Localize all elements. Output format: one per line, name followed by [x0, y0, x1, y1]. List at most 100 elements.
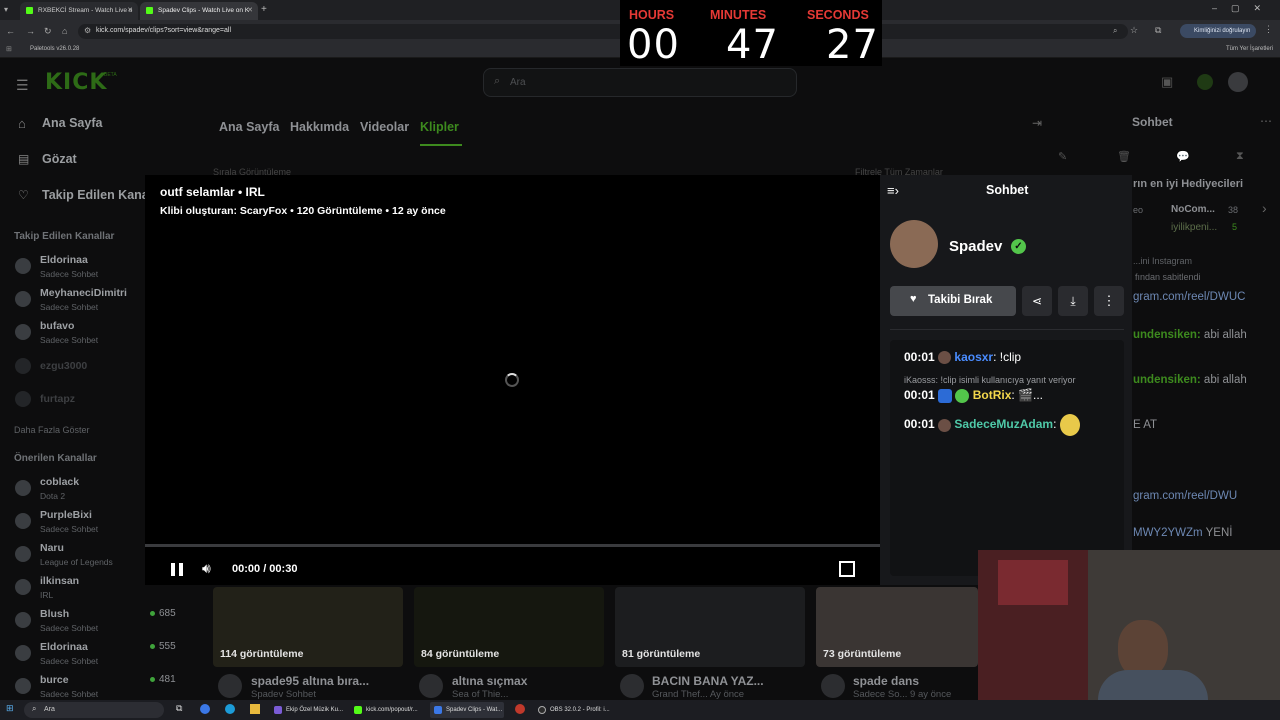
- taskbar-item[interactable]: OBS 32.0.2 - Profil: i...: [534, 702, 612, 718]
- pause-icon[interactable]: [169, 561, 185, 577]
- reply-context: iKaosss: !clip isimli kullanıcıya yanıt …: [904, 375, 1076, 385]
- recommended-channel-name[interactable]: burce: [40, 674, 69, 686]
- bookmark-paletools[interactable]: Paletools v26.0.28: [30, 46, 79, 52]
- clip-title[interactable]: altına sıçmax: [452, 674, 527, 688]
- taskbar-search[interactable]: ⌕ Ara: [24, 702, 164, 718]
- url-field[interactable]: ⚙ kick.com/spadev/clips?sort=view&range=…: [78, 24, 1128, 39]
- hourglass-icon[interactable]: ⧗: [1236, 150, 1244, 163]
- chat-menu-icon[interactable]: ⋯: [1260, 114, 1272, 128]
- apps-icon[interactable]: ⊞: [6, 45, 12, 53]
- nav-browse[interactable]: Gözat: [42, 152, 77, 166]
- bg-chat-message: undensiken: abi allah: [1133, 329, 1247, 341]
- minutes-value: 47: [726, 22, 779, 68]
- forward-icon[interactable]: →: [26, 26, 35, 36]
- edge-icon[interactable]: [225, 704, 235, 714]
- pin-icon[interactable]: ✎: [1058, 150, 1067, 163]
- followed-channel-name[interactable]: furtapz: [40, 393, 75, 405]
- kick-logo[interactable]: KICK: [45, 70, 107, 95]
- profile-verify-button[interactable]: Kimliğinizi doğrulayın: [1180, 24, 1256, 38]
- site-info-icon[interactable]: ⚙: [84, 26, 91, 35]
- bg-pinned-link[interactable]: gram.com/reel/DWUC: [1133, 291, 1245, 303]
- hours-label: HOURS: [629, 8, 675, 22]
- kick-wallet-icon[interactable]: [1197, 74, 1213, 90]
- share-icon[interactable]: ⋖: [1022, 286, 1052, 316]
- followed-channel-name[interactable]: Eldorinaa: [40, 254, 88, 266]
- tab-clips[interactable]: Klipler: [420, 120, 459, 134]
- user-avatar[interactable]: [1228, 72, 1248, 92]
- clip-chat-title: Sohbet: [986, 183, 1029, 197]
- zoom-icon[interactable]: ⌕: [1113, 26, 1117, 36]
- tab-videos[interactable]: Videolar: [360, 120, 409, 134]
- close-tab-icon[interactable]: ✕: [127, 6, 133, 14]
- window-controls[interactable]: –▢✕: [1212, 3, 1275, 14]
- home-icon: ⌂: [18, 116, 26, 131]
- bookmark-star-icon[interactable]: ☆: [1130, 25, 1138, 36]
- recommended-channel-name[interactable]: Eldorinaa: [40, 641, 88, 653]
- taskbar-item[interactable]: kick.com/popout/r...: [350, 702, 424, 718]
- clip-title[interactable]: BACIN BANA YAZ...: [652, 674, 764, 688]
- show-more-link[interactable]: Daha Fazla Göster: [14, 425, 90, 435]
- back-icon[interactable]: ←: [6, 26, 15, 36]
- tab-list-icon[interactable]: ▾: [4, 5, 14, 15]
- channel-avatar: [15, 645, 31, 661]
- followed-channel-category: Sadece Sohbet: [40, 302, 99, 312]
- bg-gifter-count: 5: [1232, 222, 1238, 232]
- collapse-chat-icon[interactable]: ≡›: [887, 183, 899, 198]
- recommended-channel-name[interactable]: Naru: [40, 542, 64, 554]
- clip-title[interactable]: spade dans: [853, 674, 919, 688]
- followed-channel-name[interactable]: ezgu3000: [40, 360, 87, 372]
- task-view-icon[interactable]: ⧉: [176, 703, 182, 714]
- browser-tab-spadev[interactable]: Spadev Clips - Watch Live on K ✕: [140, 2, 258, 20]
- chat-bubble-icon[interactable]: 💬: [1176, 150, 1190, 163]
- hamburger-menu-icon[interactable]: ☰: [16, 77, 29, 94]
- menu-icon[interactable]: ⋮: [1264, 24, 1273, 35]
- unfollow-button[interactable]: ♥ Takibi Bırak: [890, 286, 1016, 316]
- download-icon[interactable]: ⤓: [1058, 286, 1088, 316]
- file-explorer-icon[interactable]: [250, 704, 260, 714]
- clip-avatar: [218, 674, 242, 698]
- recommended-header: Önerilen Kanallar: [14, 453, 97, 464]
- new-tab-button[interactable]: +: [261, 4, 267, 15]
- app-icon[interactable]: [515, 704, 525, 714]
- recommended-channel-name[interactable]: ilkinsan: [40, 575, 79, 587]
- close-tab-icon[interactable]: ✕: [247, 6, 253, 14]
- windows-start-icon[interactable]: ⊞: [6, 703, 14, 714]
- recommended-channel-name[interactable]: PurpleBixi: [40, 509, 92, 521]
- clip-views: 81 görüntüleme: [622, 648, 701, 660]
- kick-logo-tag: BETA: [104, 72, 117, 78]
- channel-avatar: [15, 258, 31, 274]
- followed-channel-name[interactable]: bufavo: [40, 320, 74, 332]
- taskbar-item[interactable]: Ekip Özel Müzik Ku...: [270, 702, 344, 718]
- loading-spinner-icon: [505, 373, 519, 387]
- recommended-channel-name[interactable]: coblack: [40, 476, 79, 488]
- volume-icon[interactable]: 🔊︎: [202, 560, 211, 577]
- tab-about[interactable]: Hakkımda: [290, 120, 349, 134]
- collapse-chat-icon[interactable]: ⇥: [1032, 116, 1042, 130]
- user-badge-icon: [938, 351, 952, 365]
- channel-avatar: [15, 579, 31, 595]
- recommended-channel-name[interactable]: Blush: [40, 608, 69, 620]
- nav-home[interactable]: Ana Sayfa: [42, 116, 102, 130]
- tab-home[interactable]: Ana Sayfa: [219, 120, 279, 134]
- webcam-overlay: [978, 550, 1280, 700]
- clip-progress-track[interactable]: [145, 544, 880, 547]
- heart-icon: ♡: [18, 188, 29, 202]
- trash-icon[interactable]: 🗑: [1117, 150, 1131, 163]
- reload-icon[interactable]: ↻: [44, 26, 52, 37]
- extensions-icon[interactable]: ⧉: [1155, 25, 1161, 36]
- streamer-avatar[interactable]: [890, 220, 938, 268]
- chrome-icon[interactable]: [200, 704, 210, 714]
- fullscreen-icon[interactable]: [839, 561, 855, 577]
- home-icon[interactable]: ⌂: [62, 26, 67, 36]
- search-input[interactable]: ⌕ Ara: [483, 68, 797, 97]
- followed-channel-name[interactable]: MeyhaneciDimitri: [40, 287, 127, 299]
- bg-chat-link[interactable]: gram.com/reel/DWU: [1133, 490, 1237, 502]
- taskbar-item[interactable]: Spadev Clips - Wat...: [430, 702, 504, 718]
- chevron-right-icon[interactable]: ›: [1262, 200, 1267, 216]
- more-options-icon[interactable]: ⋮: [1094, 286, 1124, 316]
- all-bookmarks[interactable]: Tüm Yer İşaretleri: [1226, 46, 1273, 52]
- streamer-name[interactable]: Spadev: [949, 238, 1002, 255]
- clip-title[interactable]: spade95 altına bıra...: [251, 674, 369, 688]
- inbox-icon[interactable]: ▣: [1161, 74, 1173, 90]
- browser-tab-rxbekci[interactable]: RXBEKCİ Stream - Watch Live o ✕: [20, 2, 138, 20]
